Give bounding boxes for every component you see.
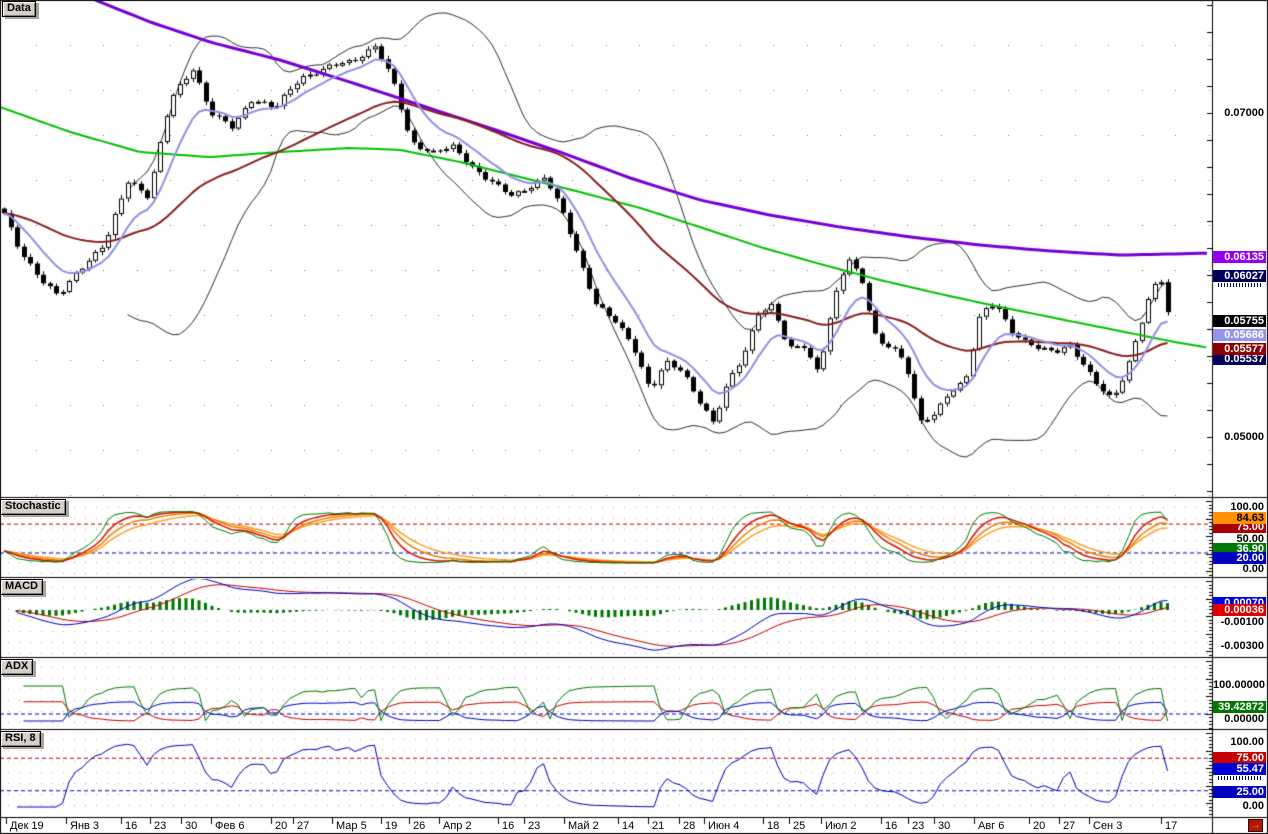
x-axis-label: 25	[793, 820, 805, 833]
dotted-label-remnant	[1218, 776, 1262, 780]
panel-title-macd[interactable]: MACD	[0, 579, 43, 595]
panel-title-adx[interactable]: ADX	[0, 659, 33, 675]
x-axis-label: 27	[297, 820, 309, 833]
price-line-label: 0.06135	[1213, 251, 1266, 263]
axis-scale-label: 0.00	[1213, 800, 1266, 812]
x-axis-label: 16	[125, 820, 137, 833]
price-line-label: 25.00	[1213, 786, 1266, 798]
axis-scale-label: 0.00	[1213, 563, 1266, 575]
panel-title-stochastic[interactable]: Stochastic	[0, 499, 66, 515]
price-line-label: 0.05686	[1213, 329, 1266, 341]
axis-scale-label: -0.00300	[1213, 640, 1266, 652]
chart-canvas[interactable]	[0, 0, 1268, 834]
x-axis-label: Сен 3	[1093, 820, 1122, 833]
x-axis-label: Фев 6	[215, 820, 245, 833]
axis-scale-label: -0.00100	[1213, 616, 1266, 628]
x-axis-label: 20	[275, 820, 287, 833]
x-axis-label: Дек 19	[10, 820, 44, 833]
x-axis-label: 18	[767, 820, 779, 833]
x-axis-label: Июн 4	[708, 820, 739, 833]
price-line-label: 55.47	[1213, 763, 1266, 775]
trading-chart-window: Data Stochastic MACD ADX RSI, 8 0.07000 0…	[0, 0, 1268, 834]
price-line-label: 0.00036	[1213, 604, 1266, 616]
price-line-label: 0.05577	[1213, 343, 1266, 355]
x-axis-label: 26	[413, 820, 425, 833]
dotted-label-remnant	[1218, 283, 1262, 287]
axis-scale-label: 0.00000	[1213, 713, 1266, 725]
axis-scale-label: 0.05000	[1213, 431, 1266, 443]
x-axis-label: Мар 5	[336, 820, 367, 833]
x-axis-label: 23	[912, 820, 924, 833]
panel-title-rsi[interactable]: RSI, 8	[0, 731, 41, 747]
x-axis-label: 28	[683, 820, 695, 833]
price-line-label: 39.42872	[1213, 701, 1266, 713]
price-line-label: 0.05755	[1213, 315, 1266, 327]
panel-title-data[interactable]: Data	[2, 1, 36, 17]
x-axis-label: 30	[185, 820, 197, 833]
x-axis-label: Янв 3	[70, 820, 99, 833]
x-axis-label: 27	[1063, 820, 1075, 833]
axis-scale-label: 0.07000	[1213, 107, 1266, 119]
x-axis-label: 19	[385, 820, 397, 833]
price-line-label: 0.06027	[1213, 270, 1266, 282]
x-axis-label: 14	[622, 820, 634, 833]
x-axis-label: 16	[885, 820, 897, 833]
x-axis-label: Июл 2	[825, 820, 857, 833]
axis-scale-label: 100.00	[1213, 736, 1266, 748]
x-axis-label: Апр 2	[443, 820, 472, 833]
x-axis-label: 16	[502, 820, 514, 833]
x-axis-label: Май 2	[568, 820, 599, 833]
x-axis-label: 21	[652, 820, 664, 833]
x-axis-label: 23	[528, 820, 540, 833]
axis-scale-label: 100.00000	[1213, 679, 1266, 691]
x-axis-label: 23	[154, 820, 166, 833]
scroll-to-end-button[interactable]: →	[1248, 819, 1263, 832]
x-axis-label: Авг 6	[978, 820, 1004, 833]
x-axis-label: 30	[938, 820, 950, 833]
price-line-label: 84.63	[1213, 512, 1266, 524]
x-axis-label: 20	[1033, 820, 1045, 833]
x-axis-label: 17	[1165, 820, 1177, 833]
